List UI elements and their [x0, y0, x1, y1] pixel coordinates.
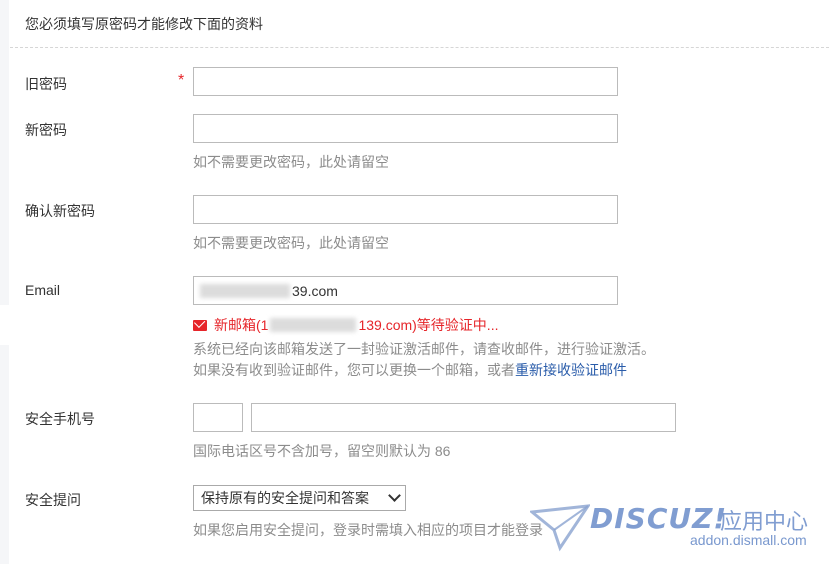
email-info-line2-text: 如果没有收到验证邮件，您可以更换一个邮箱，或者 — [193, 362, 515, 378]
email-status-prefix: 新邮箱(1 — [214, 317, 269, 333]
email-pending-status: 新邮箱(1 139.com)等待验证中... — [193, 315, 498, 335]
chevron-down-icon — [388, 489, 401, 502]
email-value-suffix: 39.com — [292, 282, 338, 299]
mobile-number-field[interactable] — [251, 403, 676, 432]
mobile-label: 安全手机号 — [25, 411, 95, 427]
security-question-select[interactable]: 保持原有的安全提问和答案 — [193, 485, 406, 511]
old-password-input[interactable] — [194, 68, 617, 95]
email-info-line1: 系统已经向该邮箱发送了一封验证激活邮件，请查收邮件，进行验证激活。 — [193, 341, 655, 357]
area-code-field[interactable] — [193, 403, 243, 432]
mail-icon — [193, 319, 207, 331]
left-sidebar-strip — [0, 0, 9, 564]
paper-plane-icon — [530, 504, 590, 552]
watermark-url: addon.dismall.com — [690, 532, 807, 548]
new-password-field[interactable] — [193, 114, 618, 143]
dashed-divider — [10, 47, 829, 48]
old-password-field[interactable] — [193, 67, 618, 96]
sidebar-notch — [0, 305, 9, 345]
mobile-hint: 国际电话区号不含加号，留空则默认为 86 — [193, 443, 451, 459]
confirm-password-label: 确认新密码 — [25, 203, 95, 219]
area-code-input[interactable] — [194, 404, 242, 431]
security-question-hint: 如果您启用安全提问，登录时需填入相应的项目才能登录 — [193, 522, 543, 538]
security-question-selected: 保持原有的安全提问和答案 — [201, 490, 369, 506]
new-password-hint: 如不需要更改密码，此处请留空 — [193, 154, 389, 170]
redacted-email-part — [200, 283, 290, 298]
email-status-suffix: 139.com)等待验证中... — [358, 317, 499, 333]
confirm-password-hint: 如不需要更改密码，此处请留空 — [193, 235, 389, 251]
confirm-password-field[interactable] — [193, 195, 618, 224]
old-password-label: 旧密码 — [25, 76, 67, 92]
mobile-number-input[interactable] — [252, 404, 675, 431]
watermark-brand: DISCUZ! — [590, 502, 728, 535]
security-question-label: 安全提问 — [25, 492, 81, 508]
password-required-notice: 您必须填写原密码才能修改下面的资料 — [25, 16, 263, 32]
redacted-new-email — [270, 318, 357, 332]
new-password-input[interactable] — [194, 115, 617, 142]
email-info-line2: 如果没有收到验证邮件，您可以更换一个邮箱，或者重新接收验证邮件 — [193, 360, 627, 380]
new-password-label: 新密码 — [25, 122, 67, 138]
email-label: Email — [25, 282, 61, 298]
email-field[interactable]: 39.com — [193, 276, 618, 305]
confirm-password-input[interactable] — [194, 196, 617, 223]
resend-verification-link[interactable]: 重新接收验证邮件 — [515, 362, 627, 378]
required-asterisk: * — [178, 72, 185, 89]
discuz-watermark: DISCUZ! 应用中心 addon.dismall.com — [530, 500, 820, 556]
